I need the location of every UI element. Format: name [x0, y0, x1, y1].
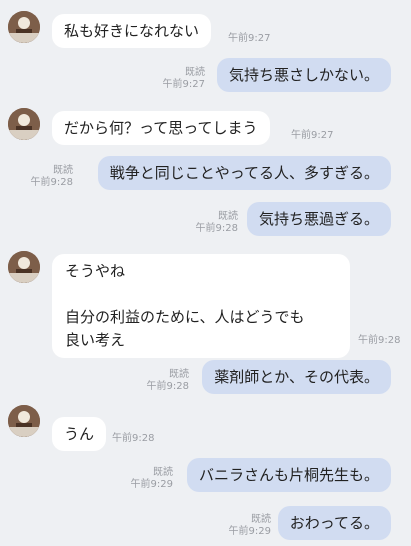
message-meta: 既読 午前9:27: [163, 67, 205, 91]
message-bubble-incoming[interactable]: うん: [52, 417, 107, 451]
message-bubble-outgoing[interactable]: おわってる。: [277, 506, 391, 540]
message-time: 午前9:28: [112, 433, 155, 444]
message-time: 午前9:28: [146, 381, 189, 392]
message-bubble-incoming[interactable]: 私も好きになれない: [52, 14, 212, 48]
contact-avatar[interactable]: [8, 405, 40, 437]
read-receipt: 既読: [53, 165, 73, 176]
message-time: 午前9:28: [195, 223, 238, 234]
read-receipt: 既読: [185, 67, 205, 78]
message-time: 午前9:28: [358, 335, 401, 346]
contact-avatar[interactable]: [8, 11, 40, 43]
message-bubble-incoming[interactable]: だから何？って思ってしまう: [52, 111, 270, 145]
chat-thread[interactable]: 私も好きになれない 午前9:27 既読 午前9:27 気持ち悪さしかない。 だか…: [0, 0, 411, 546]
message-bubble-outgoing[interactable]: 薬剤師とか、その代表。: [202, 360, 391, 394]
read-receipt: 既読: [218, 211, 238, 222]
message-time: 午前9:27: [228, 33, 271, 44]
message-time: 午前9:27: [291, 130, 334, 141]
read-receipt: 既読: [169, 369, 189, 380]
contact-avatar[interactable]: [8, 251, 40, 283]
message-time: 午前9:27: [162, 79, 205, 90]
message-meta: 既読 午前9:29: [131, 467, 173, 491]
read-receipt: 既読: [251, 514, 271, 525]
message-bubble-outgoing[interactable]: バニラさんも片桐先生も。: [186, 458, 391, 492]
message-time: 午前9:29: [130, 479, 173, 490]
message-time: 午前9:28: [30, 177, 73, 188]
message-meta: 既読 午前9:29: [229, 514, 271, 538]
message-bubble-incoming[interactable]: そうやね 自分の利益のために、人はどうでも 良い考え: [52, 254, 350, 358]
message-bubble-outgoing[interactable]: 戦争と同じことやってる人、多すぎる。: [97, 156, 391, 190]
message-meta: 既読 午前9:28: [196, 211, 238, 235]
message-time: 午前9:29: [228, 526, 271, 537]
message-meta: 既読 午前9:28: [147, 369, 189, 393]
message-bubble-outgoing[interactable]: 気持ち悪さしかない。: [216, 58, 391, 92]
message-bubble-outgoing[interactable]: 気持ち悪過ぎる。: [246, 202, 391, 236]
read-receipt: 既読: [153, 467, 173, 478]
contact-avatar[interactable]: [8, 108, 40, 140]
message-meta: 既読 午前9:28: [31, 165, 73, 189]
